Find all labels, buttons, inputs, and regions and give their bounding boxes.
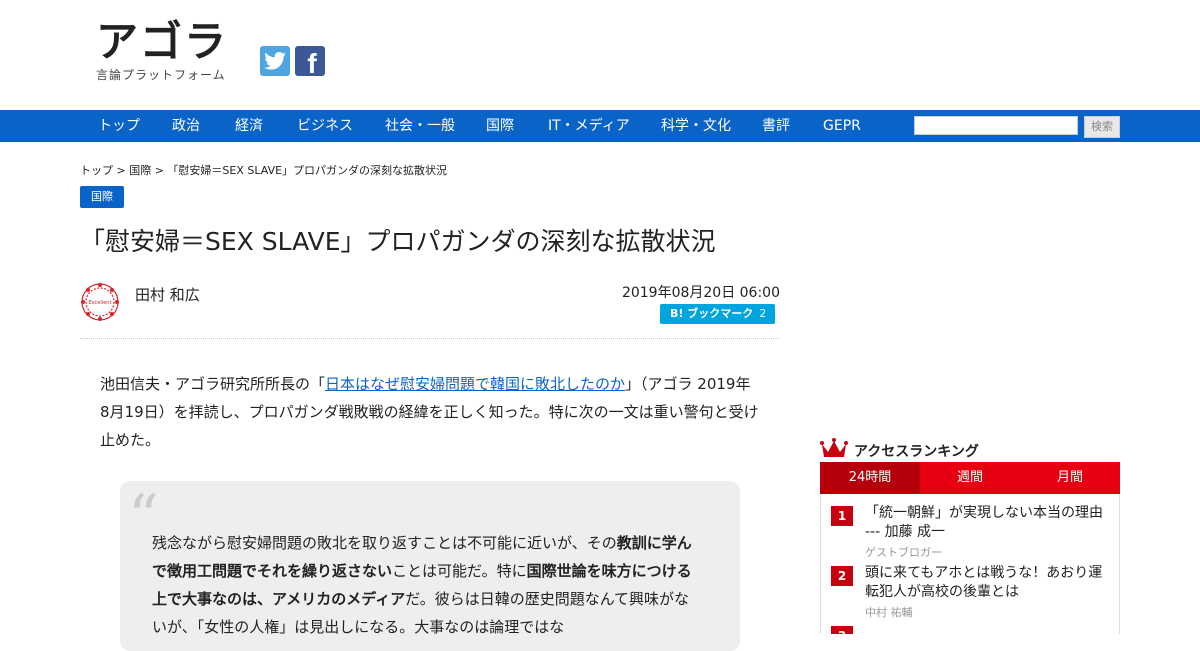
nav-item-international[interactable]: 国際 — [486, 110, 514, 142]
nav-item-gepr[interactable]: GEPR — [823, 110, 861, 142]
lead-text-pre: 池田信夫・アゴラ研究所所長の「 — [100, 375, 326, 393]
rank-number: 2 — [831, 566, 853, 586]
author-avatar[interactable]: Excellent — [80, 282, 120, 322]
lead-link[interactable]: 日本はなぜ慰安婦問題で韓国に敗北したのか — [325, 375, 625, 393]
rank-author: 中村 祐輔 — [865, 606, 913, 619]
ranking-list: 1 「統一朝鮮」が実現しない本当の理由 --- 加藤 成一 ゲストブロガー 2 … — [820, 494, 1120, 634]
article-title: 「慰安婦＝SEX SLAVE」プロパガンダの深刻な拡散状況 — [80, 227, 716, 256]
nav-item-business[interactable]: ビジネス — [297, 110, 353, 142]
nav-item-books[interactable]: 書評 — [762, 110, 790, 142]
ranking-tabs: 24時間 週間 月間 — [820, 462, 1120, 494]
ranking-title: アクセスランキング — [854, 444, 979, 460]
tab-weekly[interactable]: 週間 — [920, 462, 1020, 494]
crown-icon — [820, 438, 848, 457]
nav-item-politics[interactable]: 政治 — [172, 110, 200, 142]
logo-title: アゴラ — [96, 17, 229, 66]
hatena-label: B! ブックマーク — [670, 307, 754, 320]
hatena-bookmark-button[interactable]: B! ブックマーク 2 — [660, 304, 775, 324]
rank-title[interactable]: 頭に来てもアホとは戦うな！あおり運転犯人が高校の後輩とは — [865, 564, 1105, 602]
nav-item-it-media[interactable]: IT・メディア — [548, 110, 630, 142]
logo-subtitle: 言論プラットフォーム — [96, 68, 226, 82]
site-header: アゴラ 言論プラットフォーム f — [0, 0, 1200, 110]
breadcrumb[interactable]: トップ > 国際 > 「慰安婦＝SEX SLAVE」プロパガンダの深刻な拡散状況 — [80, 162, 447, 178]
rank-author: ゲストブロガー — [865, 546, 942, 559]
search-input[interactable] — [914, 116, 1078, 135]
nav-item-economy[interactable]: 経済 — [235, 110, 263, 142]
search-button[interactable]: 検索 — [1084, 116, 1120, 138]
rank-title[interactable]: 「統一朝鮮」が実現しない本当の理由 --- 加藤 成一 — [865, 504, 1105, 542]
rank-number: 3 — [831, 626, 853, 634]
hatena-count: 2 — [759, 307, 767, 320]
lead-paragraph: 池田信夫・アゴラ研究所所長の「日本はなぜ慰安婦問題で韓国に敗北したのか」（アゴラ… — [100, 370, 760, 454]
site-logo[interactable]: アゴラ 言論プラットフォーム — [96, 20, 228, 83]
facebook-glyph: f — [307, 48, 317, 79]
category-badge[interactable]: 国際 — [80, 186, 124, 208]
publish-date: 2019年08月20日 06:00 — [621, 285, 780, 301]
avatar-label: Excellent — [89, 300, 112, 306]
quote-part: 残念ながら慰安婦問題の敗北を取り返すことは不可能に近いが、その — [152, 534, 617, 552]
quote-part: ことは可能だ。特に — [392, 562, 527, 580]
nav-item-top[interactable]: トップ — [98, 110, 140, 142]
tab-24h[interactable]: 24時間 — [820, 462, 920, 494]
nav-item-society[interactable]: 社会・一般 — [385, 110, 455, 142]
author-name[interactable]: 田村 和広 — [135, 284, 200, 305]
nav-item-science[interactable]: 科学・文化 — [661, 110, 731, 142]
tab-monthly[interactable]: 月間 — [1020, 462, 1120, 494]
divider — [80, 338, 780, 339]
quote-text: 残念ながら慰安婦問題の敗北を取り返すことは不可能に近いが、その教訓に学んで徴用工… — [152, 529, 700, 641]
rank-number: 1 — [831, 506, 853, 526]
blockquote: “ 残念ながら慰安婦問題の敗北を取り返すことは不可能に近いが、その教訓に学んで徴… — [120, 481, 740, 651]
twitter-icon[interactable] — [260, 46, 290, 76]
facebook-icon[interactable]: f — [295, 46, 325, 79]
